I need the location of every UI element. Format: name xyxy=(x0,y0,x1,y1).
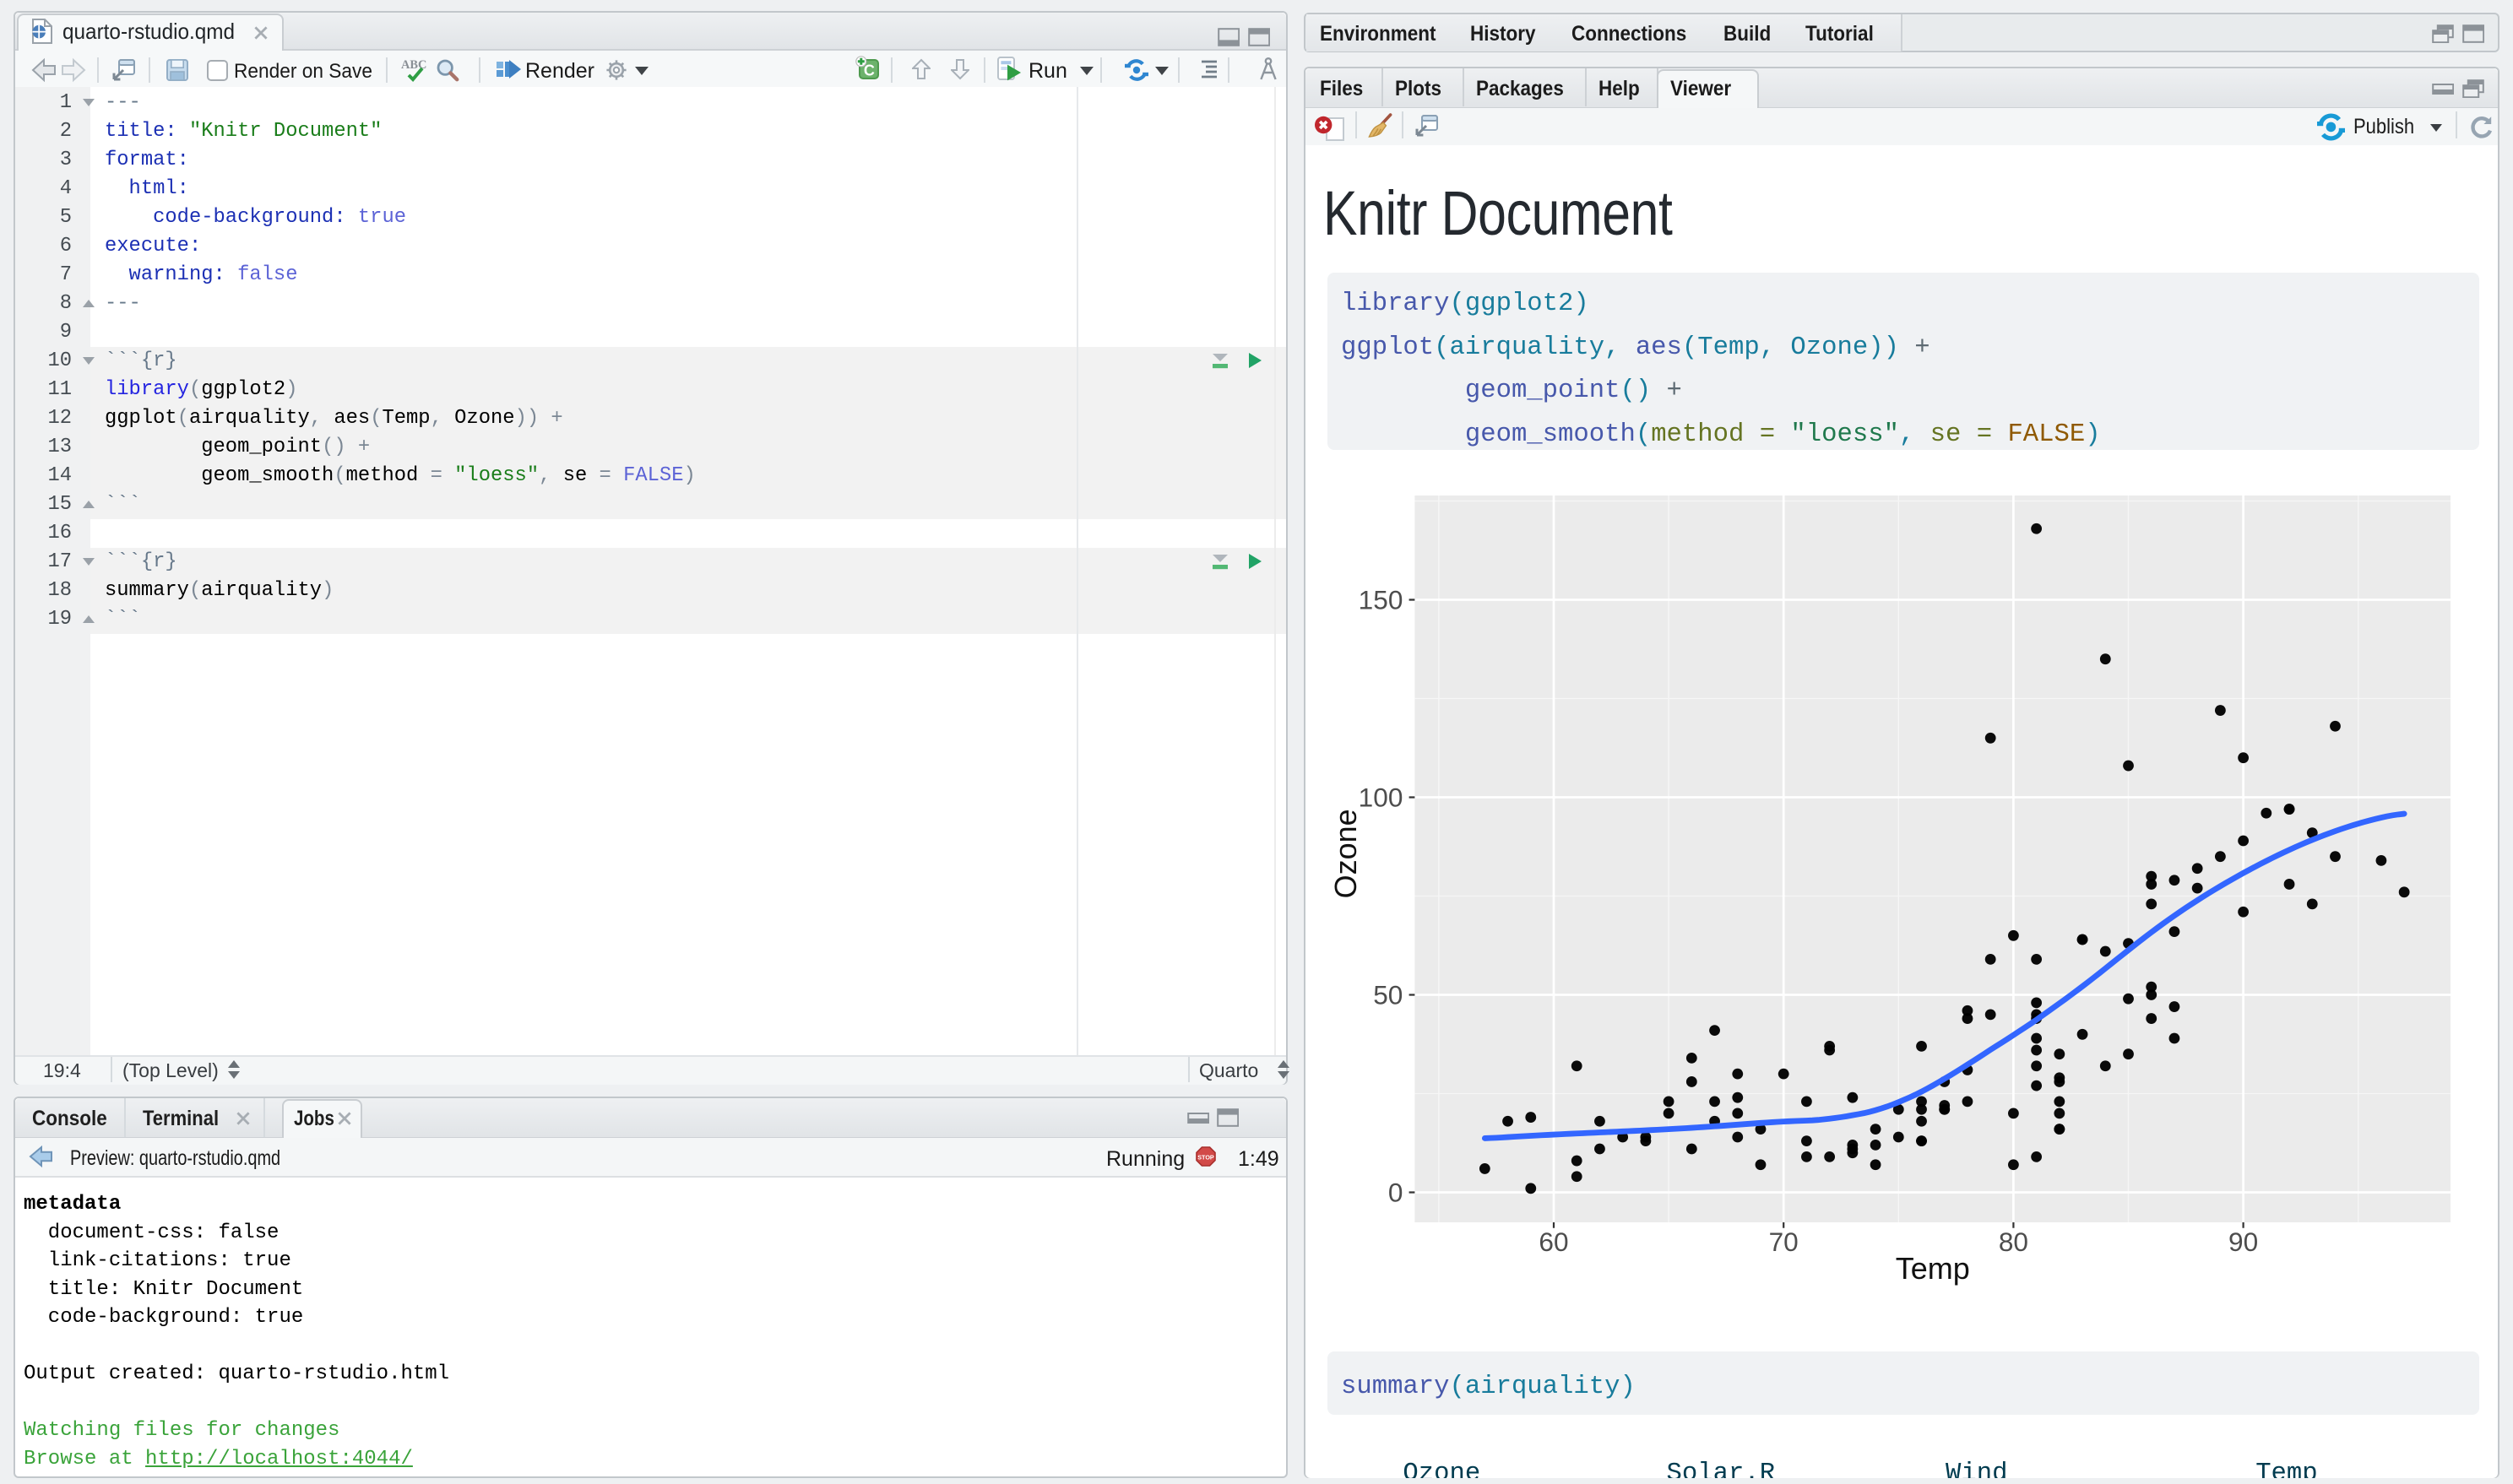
svg-text:150: 150 xyxy=(1359,585,1403,615)
svg-text:Ozone: Ozone xyxy=(1328,809,1363,898)
svg-text:0: 0 xyxy=(1388,1178,1403,1208)
svg-text:80: 80 xyxy=(1999,1227,2028,1257)
svg-text:60: 60 xyxy=(1539,1227,1568,1257)
svg-text:50: 50 xyxy=(1373,980,1403,1010)
svg-text:90: 90 xyxy=(2228,1227,2258,1257)
svg-text:70: 70 xyxy=(1769,1227,1799,1257)
svg-text:100: 100 xyxy=(1359,783,1403,813)
svg-text:STOP: STOP xyxy=(1197,1154,1214,1162)
svg-text:Temp: Temp xyxy=(1896,1251,1970,1286)
